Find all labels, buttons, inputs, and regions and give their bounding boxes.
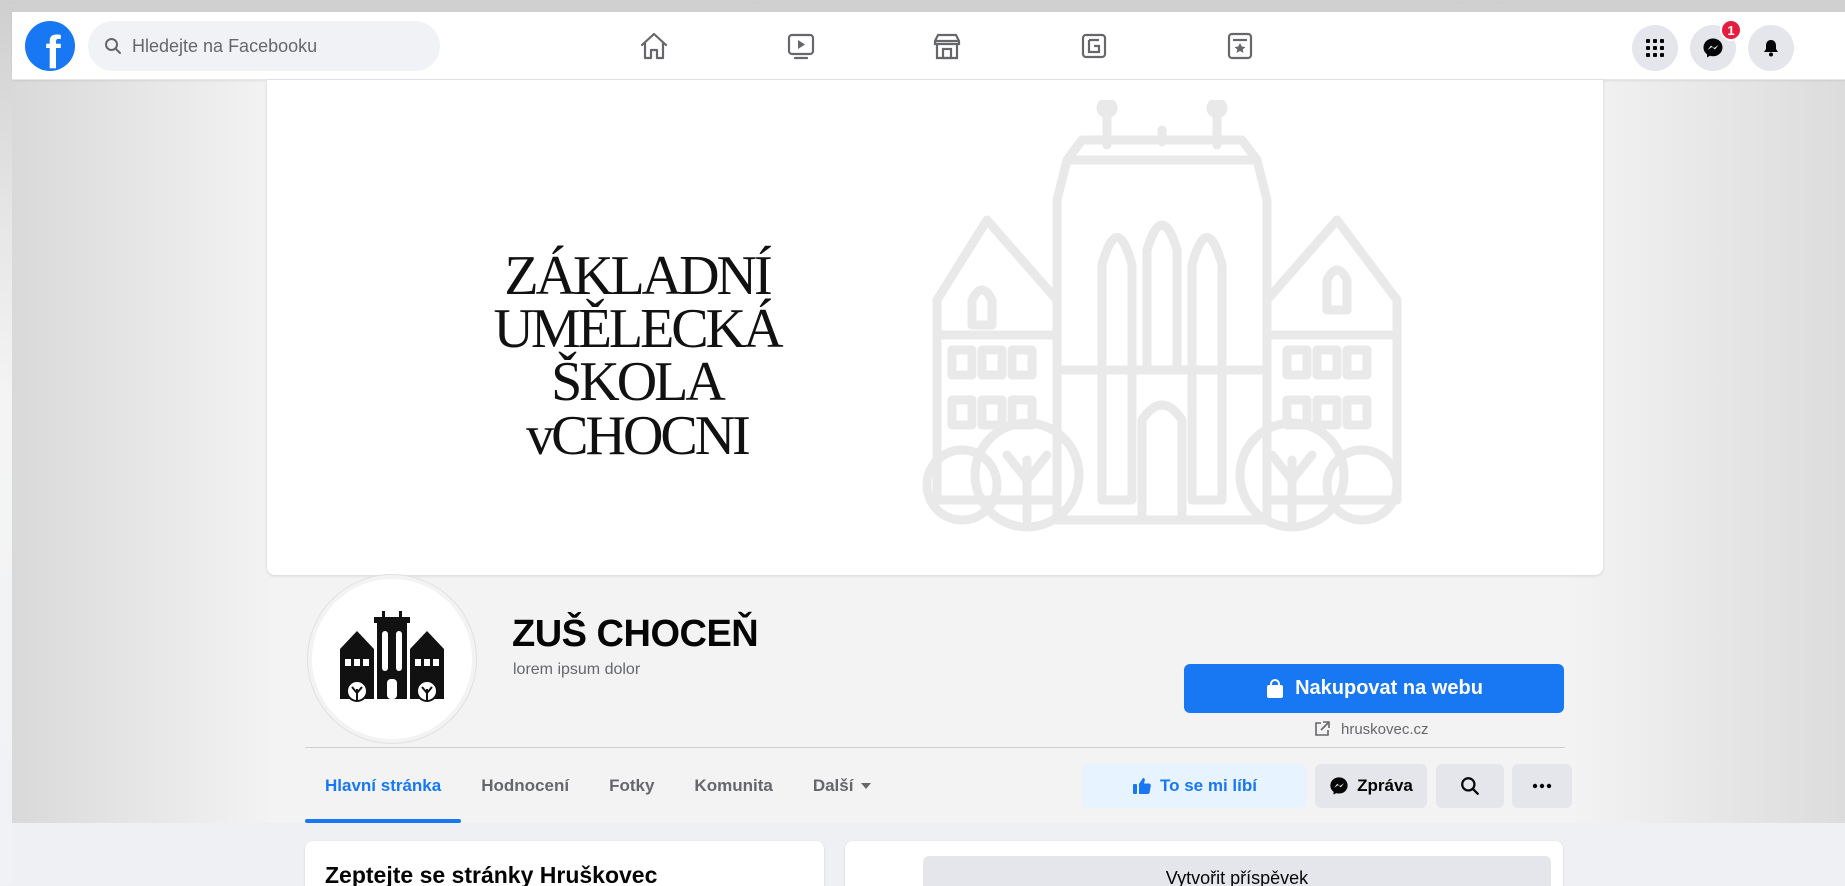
ellipsis-icon [1532, 783, 1552, 789]
create-post-label: Vytvořit příspěvek [1165, 868, 1309, 886]
avatar[interactable] [308, 575, 476, 743]
gaming-icon[interactable] [1076, 28, 1112, 64]
tab-more[interactable]: Další [793, 748, 892, 823]
menu-grid-icon[interactable] [1632, 25, 1678, 71]
top-navigation-bar: f Hledejte na Facebooku 1 [12, 12, 1845, 80]
school-building-illustration [922, 100, 1402, 532]
like-button-label: To se mi líbí [1160, 776, 1257, 795]
search-icon [105, 38, 121, 54]
search-input[interactable]: Hledejte na Facebooku [88, 21, 440, 71]
facebook-logo-letter: f [45, 26, 61, 71]
website-url: hruskovec.cz [1341, 720, 1429, 738]
more-options-button[interactable] [1512, 764, 1572, 808]
messenger-badge: 1 [1720, 19, 1742, 41]
tab-label: Fotky [609, 775, 655, 795]
website-link[interactable]: hruskovec.cz [1313, 720, 1429, 738]
home-icon[interactable] [636, 28, 672, 64]
shop-button-label: Nakupovat na webu [1295, 677, 1483, 699]
thumbs-up-icon [1133, 778, 1151, 794]
message-button-label: Zpráva [1357, 776, 1413, 795]
watch-icon[interactable] [783, 28, 819, 64]
notifications-icon[interactable] [1748, 25, 1794, 71]
tab-main-page[interactable]: Hlavní stránka [305, 748, 462, 823]
create-post-button[interactable]: Vytvořit příspěvek [923, 856, 1551, 886]
tab-reviews[interactable]: Hodnocení [461, 748, 589, 823]
external-link-icon [1315, 721, 1330, 736]
cover-title-line: vCHOCNI [526, 404, 751, 467]
chevron-down-icon [861, 782, 872, 789]
school-logo-icon [340, 611, 444, 702]
marketplace-icon[interactable] [929, 28, 965, 64]
page-tabs: Hlavní stránka Hodnocení Fotky Komunita … [305, 748, 891, 823]
ask-page-card: Zeptejte se stránky Hruškovec [305, 841, 824, 886]
search-icon [1461, 777, 1479, 795]
profile-header: ZUŠ CHOCEŇ lorem ipsum dolor Nakupovat n… [267, 575, 1603, 823]
message-button[interactable]: Zpráva [1315, 764, 1427, 808]
shopping-bag-icon [1267, 678, 1284, 698]
search-placeholder: Hledejte na Facebooku [132, 35, 318, 56]
create-post-card: Vytvořit příspěvek [845, 841, 1563, 886]
tab-label: Další [812, 775, 854, 795]
cover-photo[interactable]: ZÁKLADNÍ UMĚLECKÁ ŠKOLA vCHOCNI [267, 80, 1603, 575]
tab-community[interactable]: Komunita [674, 748, 792, 823]
like-button[interactable]: To se mi líbí [1082, 764, 1307, 808]
messenger-icon [1330, 777, 1348, 795]
cover-title-line: ZÁKLADNÍ [504, 245, 772, 307]
cover-title-line: UMĚLECKÁ ŠKOLA [493, 298, 783, 414]
messenger-icon [1703, 38, 1723, 58]
page-search-button[interactable] [1436, 764, 1504, 808]
tab-label: Komunita [694, 775, 773, 795]
page-title: ZUŠ CHOCEŇ [512, 613, 759, 655]
shop-on-website-button[interactable]: Nakupovat na webu [1184, 664, 1564, 713]
ask-card-title: Zeptejte se stránky Hruškovec [325, 862, 658, 886]
tab-label: Hlavní stránka [325, 775, 442, 795]
cover-title: ZÁKLADNÍ UMĚLECKÁ ŠKOLA vCHOCNI [417, 245, 857, 467]
tab-label: Hodnocení [481, 775, 570, 795]
news-icon[interactable] [1222, 28, 1258, 64]
facebook-logo[interactable]: f [25, 21, 75, 71]
tab-photos[interactable]: Fotky [589, 748, 674, 823]
messenger-button[interactable]: 1 [1690, 19, 1742, 71]
page-subtitle: lorem ipsum dolor [513, 661, 641, 678]
